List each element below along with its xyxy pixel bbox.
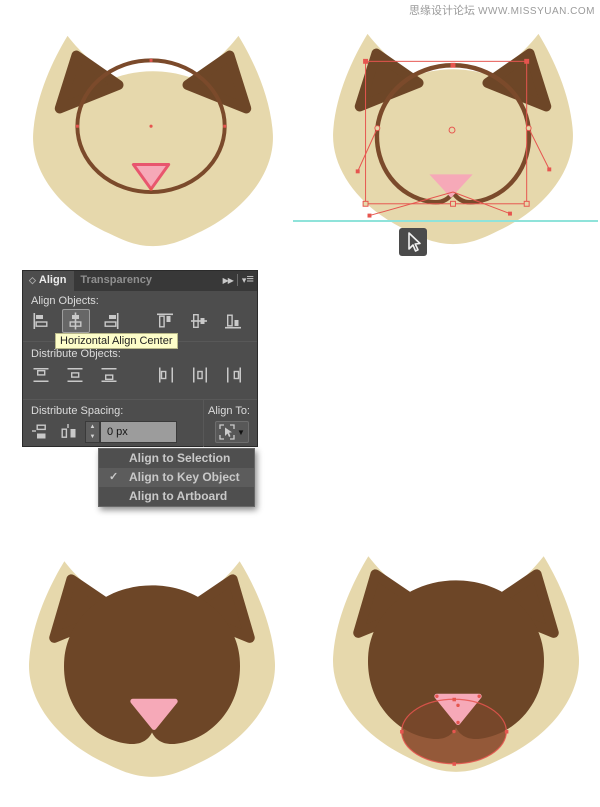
panel-diamond-icon: ◇	[29, 275, 36, 285]
vertical-distribute-bottom-button[interactable]	[96, 363, 124, 387]
tab-align[interactable]: ◇ Align	[23, 271, 75, 291]
align-to-menu: Align to Selection ✓ Align to Key Object…	[98, 448, 255, 507]
selection-cursor-icon	[399, 228, 427, 256]
vertical-align-center-button[interactable]	[186, 309, 214, 333]
site-watermark: 思缘设计论坛 WWW.MISSYUAN.COM	[409, 2, 595, 18]
horizontal-distribute-space-button[interactable]	[56, 421, 82, 443]
stepper-down-icon[interactable]: ▼	[86, 432, 99, 442]
horizontal-distribute-left-button[interactable]	[152, 363, 180, 387]
site-url: WWW.MISSYUAN.COM	[478, 6, 595, 17]
collapse-panel-icon[interactable]: ▶▶	[223, 276, 234, 285]
vertical-align-top-button[interactable]	[152, 309, 180, 333]
align-to-artboard-icon	[219, 424, 235, 440]
checkmark-icon: ✓	[109, 471, 119, 483]
menu-item-align-to-key-object[interactable]: ✓ Align to Key Object	[99, 468, 254, 487]
tabbar-divider	[236, 274, 238, 286]
horizontal-distribute-center-button[interactable]	[186, 363, 214, 387]
section-separator	[23, 399, 257, 400]
cat-step4-chin-ellipse[interactable]	[320, 540, 592, 782]
dropdown-arrow-icon: ▼	[237, 427, 245, 437]
menu-item-align-to-selection[interactable]: Align to Selection	[99, 449, 254, 468]
horizontal-distribute-right-button[interactable]	[220, 363, 248, 387]
cat-step2-muzzle-selected[interactable]	[318, 24, 588, 248]
tooltip-horizontal-align-center: Horizontal Align Center	[55, 333, 178, 349]
align-objects-label: Align Objects:	[31, 295, 99, 307]
distribute-spacing-label: Distribute Spacing:	[31, 405, 124, 417]
spacing-stepper[interactable]: ▲ ▼	[85, 421, 100, 443]
tab-transparency[interactable]: Transparency	[74, 271, 160, 291]
horizontal-align-right-button[interactable]	[96, 309, 124, 333]
vertical-align-bottom-button[interactable]	[220, 309, 248, 333]
horizontal-align-center-button[interactable]	[62, 309, 90, 333]
cat-step3-muzzle-filled[interactable]	[16, 545, 288, 787]
menu-item-align-to-artboard[interactable]: Align to Artboard	[99, 487, 254, 506]
vertical-distribute-top-button[interactable]	[28, 363, 56, 387]
cat-step1-circle-guide[interactable]	[18, 26, 288, 250]
align-panel: ◇ Align Transparency ▶▶ ▾≡ Align Objects:…	[22, 270, 258, 447]
panel-tab-bar: ◇ Align Transparency ▶▶ ▾≡	[23, 271, 257, 291]
align-to-label: Align To:	[208, 405, 250, 417]
vertical-distribute-space-button[interactable]	[28, 421, 54, 443]
stepper-up-icon[interactable]: ▲	[86, 422, 99, 432]
horizontal-align-left-button[interactable]	[28, 309, 56, 333]
column-separator	[203, 400, 204, 447]
distribute-objects-label: Distribute Objects:	[31, 348, 121, 360]
smart-guide-line	[293, 220, 598, 222]
spacing-value-field[interactable]: 0 px	[100, 421, 177, 443]
align-to-dropdown-button[interactable]: ▼	[215, 421, 249, 443]
vertical-distribute-center-button[interactable]	[62, 363, 90, 387]
panel-menu-icon[interactable]: ▾≡	[242, 272, 254, 286]
site-name: 思缘设计论坛	[409, 5, 476, 17]
